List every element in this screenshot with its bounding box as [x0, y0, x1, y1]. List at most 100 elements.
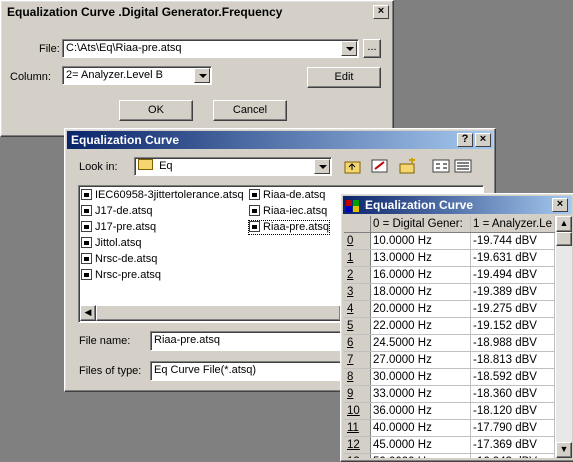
freq-cell[interactable]: 45.0000 Hz	[370, 436, 471, 454]
eq-settings-titlebar[interactable]: Equalization Curve .Digital Generator.Fr…	[3, 3, 391, 21]
row-index[interactable]: 0	[344, 232, 371, 250]
filetype-select[interactable]: Eq Curve File(*.atsq)	[150, 361, 348, 381]
desktop-icon[interactable]	[370, 157, 392, 177]
cancel-button[interactable]: Cancel	[213, 100, 287, 121]
freq-cell[interactable]: 33.0000 Hz	[370, 385, 471, 403]
list-view-icon[interactable]	[431, 157, 453, 177]
row-index[interactable]: 8	[344, 368, 371, 386]
eq-data-grid[interactable]: 0 = Digital Gener: 1 = Analyzer.Le 0 10.0…	[344, 216, 556, 458]
eq-data-table: 0 = Digital Gener: 1 = Analyzer.Le 0 10.0…	[344, 216, 555, 458]
level-cell[interactable]: -17.369 dBV	[470, 436, 555, 454]
row-index[interactable]: 9	[344, 385, 371, 403]
table-row[interactable]: 2 16.0000 Hz -19.494 dBV	[344, 266, 555, 284]
row-index[interactable]: 5	[344, 317, 371, 335]
level-cell[interactable]: -18.360 dBV	[470, 385, 555, 403]
browse-button[interactable]: ...	[363, 39, 381, 58]
freq-cell[interactable]: 16.0000 Hz	[370, 266, 471, 284]
file-icon	[81, 205, 92, 216]
row-index[interactable]: 7	[344, 351, 371, 369]
chevron-down-icon[interactable]	[314, 159, 330, 174]
table-row[interactable]: 10 36.0000 Hz -18.120 dBV	[344, 402, 555, 420]
level-cell[interactable]: -19.494 dBV	[470, 266, 555, 284]
file-item[interactable]: IEC60958-3jittertolerance.atsq	[81, 189, 244, 202]
scroll-thumb[interactable]	[556, 232, 572, 246]
up-folder-icon[interactable]	[343, 157, 365, 177]
row-index[interactable]: 2	[344, 266, 371, 284]
table-row[interactable]: 3 18.0000 Hz -19.389 dBV	[344, 283, 555, 301]
row-index[interactable]: 11	[344, 419, 371, 437]
scroll-up-button[interactable]: ▲	[556, 216, 572, 232]
row-index[interactable]: 13	[344, 453, 371, 458]
freq-cell[interactable]: 18.0000 Hz	[370, 283, 471, 301]
file-item-selected[interactable]: Riaa-pre.atsq	[247, 220, 331, 235]
new-folder-icon[interactable]	[398, 157, 420, 177]
table-row[interactable]: 6 24.5000 Hz -18.988 dBV	[344, 334, 555, 352]
edit-button[interactable]: Edit	[307, 67, 381, 88]
chevron-down-icon[interactable]	[194, 68, 210, 83]
details-view-icon[interactable]	[453, 157, 475, 177]
level-cell[interactable]: -19.152 dBV	[470, 317, 555, 335]
ok-button[interactable]: OK	[119, 100, 193, 121]
row-index[interactable]: 12	[344, 436, 371, 454]
help-icon[interactable]: ?	[457, 133, 473, 147]
table-row[interactable]: 7 27.0000 Hz -18.813 dBV	[344, 351, 555, 369]
file-item[interactable]: Riaa-iec.atsq	[249, 205, 327, 218]
file-item[interactable]: J17-de.atsq	[81, 205, 152, 218]
level-cell[interactable]: -19.631 dBV	[470, 249, 555, 267]
freq-cell[interactable]: 27.0000 Hz	[370, 351, 471, 369]
table-row[interactable]: 5 22.0000 Hz -19.152 dBV	[344, 317, 555, 335]
freq-cell[interactable]: 24.5000 Hz	[370, 334, 471, 352]
freq-cell[interactable]: 50.0000 Hz	[370, 453, 471, 458]
scroll-down-button[interactable]: ▼	[556, 442, 572, 458]
freq-cell[interactable]: 20.0000 Hz	[370, 300, 471, 318]
freq-cell[interactable]: 10.0000 Hz	[370, 232, 471, 250]
level-cell[interactable]: -18.592 dBV	[470, 368, 555, 386]
freq-cell[interactable]: 30.0000 Hz	[370, 368, 471, 386]
file-item[interactable]: J17-pre.atsq	[81, 221, 156, 234]
level-cell[interactable]: -19.275 dBV	[470, 300, 555, 318]
column-header-1[interactable]: 1 = Analyzer.Le	[470, 216, 555, 233]
file-item[interactable]: Nrsc-de.atsq	[81, 253, 157, 266]
level-cell[interactable]: -19.744 dBV	[470, 232, 555, 250]
table-row[interactable]: 4 20.0000 Hz -19.275 dBV	[344, 300, 555, 318]
level-cell[interactable]: -18.813 dBV	[470, 351, 555, 369]
level-cell[interactable]: -18.120 dBV	[470, 402, 555, 420]
table-row[interactable]: 1 13.0000 Hz -19.631 dBV	[344, 249, 555, 267]
table-row[interactable]: 12 45.0000 Hz -17.369 dBV	[344, 436, 555, 454]
row-index[interactable]: 10	[344, 402, 371, 420]
table-row[interactable]: 9 33.0000 Hz -18.360 dBV	[344, 385, 555, 403]
file-item[interactable]: Nrsc-pre.atsq	[81, 269, 161, 282]
column-header-0[interactable]: 0 = Digital Gener:	[370, 216, 471, 233]
row-index[interactable]: 3	[344, 283, 371, 301]
close-icon[interactable]: ×	[552, 198, 568, 212]
close-icon[interactable]: ×	[475, 133, 491, 147]
scroll-thumb[interactable]	[96, 305, 341, 321]
table-row[interactable]: 0 10.0000 Hz -19.744 dBV	[344, 232, 555, 250]
freq-cell[interactable]: 40.0000 Hz	[370, 419, 471, 437]
row-index[interactable]: 6	[344, 334, 371, 352]
vertical-scrollbar[interactable]: ▲ ▼	[556, 216, 572, 458]
file-item[interactable]: Jittol.atsq	[81, 237, 141, 250]
lookin-select[interactable]: Eq	[134, 157, 332, 176]
level-cell[interactable]: -17.790 dBV	[470, 419, 555, 437]
close-icon[interactable]: ×	[373, 5, 389, 19]
level-cell[interactable]: -18.988 dBV	[470, 334, 555, 352]
filename-input[interactable]: Riaa-pre.atsq	[150, 331, 348, 351]
freq-cell[interactable]: 22.0000 Hz	[370, 317, 471, 335]
scroll-left-button[interactable]: ◀	[80, 305, 96, 321]
table-row[interactable]: 1350.0000 Hz-16.943 dBV	[344, 453, 555, 458]
eq-data-titlebar[interactable]: Equalization Curve ×	[343, 196, 572, 214]
level-cell[interactable]: -16.943 dBV	[470, 453, 555, 458]
column-select[interactable]: 2= Analyzer.Level B	[62, 66, 212, 85]
chevron-down-icon[interactable]	[341, 41, 357, 56]
level-cell[interactable]: -19.389 dBV	[470, 283, 555, 301]
open-file-titlebar[interactable]: Equalization Curve ? ×	[67, 131, 493, 149]
table-row[interactable]: 8 30.0000 Hz -18.592 dBV	[344, 368, 555, 386]
table-row[interactable]: 11 40.0000 Hz -17.790 dBV	[344, 419, 555, 437]
freq-cell[interactable]: 13.0000 Hz	[370, 249, 471, 267]
freq-cell[interactable]: 36.0000 Hz	[370, 402, 471, 420]
row-index[interactable]: 4	[344, 300, 371, 318]
row-index[interactable]: 1	[344, 249, 371, 267]
file-item[interactable]: Riaa-de.atsq	[249, 189, 325, 202]
file-select[interactable]: C:\Ats\Eq\Riaa-pre.atsq	[62, 39, 359, 58]
